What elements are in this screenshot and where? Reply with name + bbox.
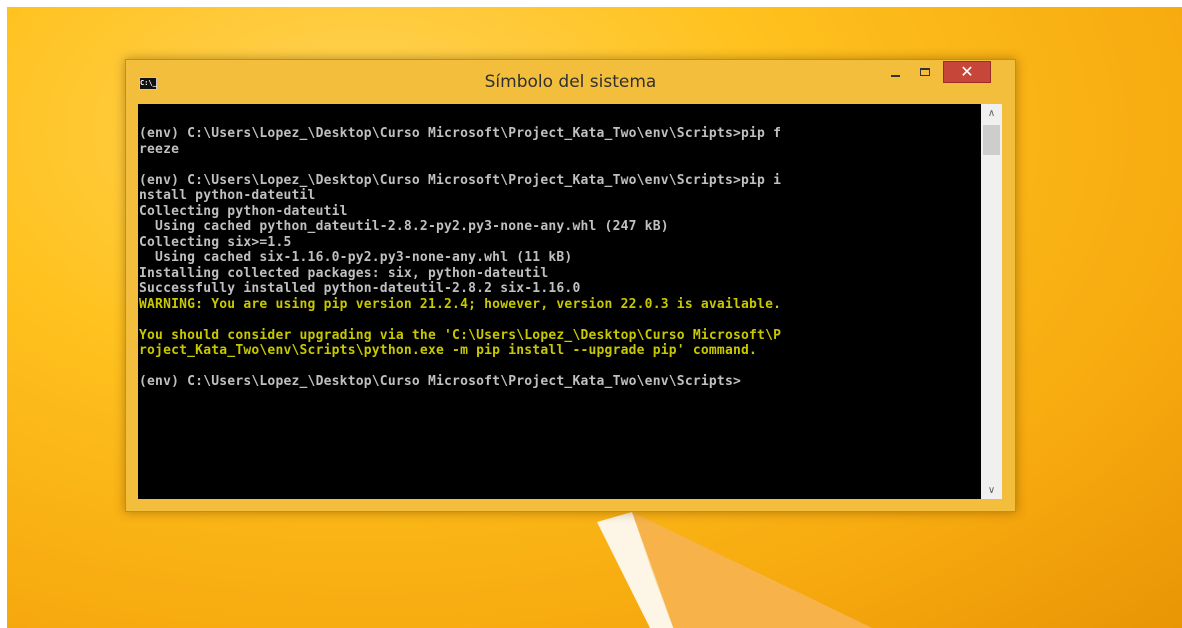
console-output[interactable]: (env) C:\Users\Lopez_\Desktop\Curso Micr…	[138, 104, 981, 499]
console-lines: (env) C:\Users\Lopez_\Desktop\Curso Micr…	[138, 126, 781, 390]
console-line: Successfully installed python-dateutil-2…	[139, 281, 581, 296]
minimize-icon	[890, 75, 900, 77]
console-line: reeze	[139, 141, 180, 157]
console-line: Collecting six>=1.5	[139, 234, 292, 250]
console-line: Collecting python-dateutil	[139, 203, 348, 219]
command-prompt-window[interactable]: C:\_ Símbolo del sistema ✕ (env) C:\User…	[125, 59, 1016, 512]
console-warning-line	[139, 312, 781, 328]
maximize-button[interactable]	[911, 61, 939, 83]
chevron-down-icon: ∨	[987, 484, 996, 496]
minimize-button[interactable]	[881, 61, 909, 83]
console-warning-line: You should consider upgrading via the 'C…	[139, 327, 782, 343]
scroll-up-button[interactable]: ∧	[981, 104, 1002, 122]
console-line: Using cached six-1.16.0-py2.py3-none-any…	[139, 250, 573, 265]
console-line: (env) C:\Users\Lopez_\Desktop\Curso Micr…	[139, 126, 782, 141]
chevron-up-icon: ∧	[987, 107, 996, 119]
title-bar[interactable]: C:\_ Símbolo del sistema ✕	[126, 60, 1015, 104]
console-warning-line: roject_Kata_Two\env\Scripts\python.exe -…	[139, 343, 758, 358]
console-line: Using cached python_dateutil-2.8.2-py2.p…	[139, 219, 669, 234]
console-line: (env) C:\Users\Lopez_\Desktop\Curso Micr…	[139, 172, 782, 188]
maximize-icon	[920, 68, 930, 76]
close-icon: ✕	[960, 62, 974, 81]
console-line: (env) C:\Users\Lopez_\Desktop\Curso Micr…	[139, 374, 741, 389]
vertical-scrollbar[interactable]: ∧ ∨	[981, 104, 1002, 499]
scroll-thumb[interactable]	[983, 125, 1000, 155]
scroll-down-button[interactable]: ∨	[981, 481, 1002, 499]
close-button[interactable]: ✕	[943, 61, 991, 83]
console-line: Installing collected packages: six, pyth…	[139, 265, 549, 281]
desktop-wallpaper-shape	[597, 512, 873, 628]
console-line: nstall python-dateutil	[139, 188, 316, 203]
console-warning-line: WARNING: You are using pip version 21.2.…	[139, 296, 782, 312]
